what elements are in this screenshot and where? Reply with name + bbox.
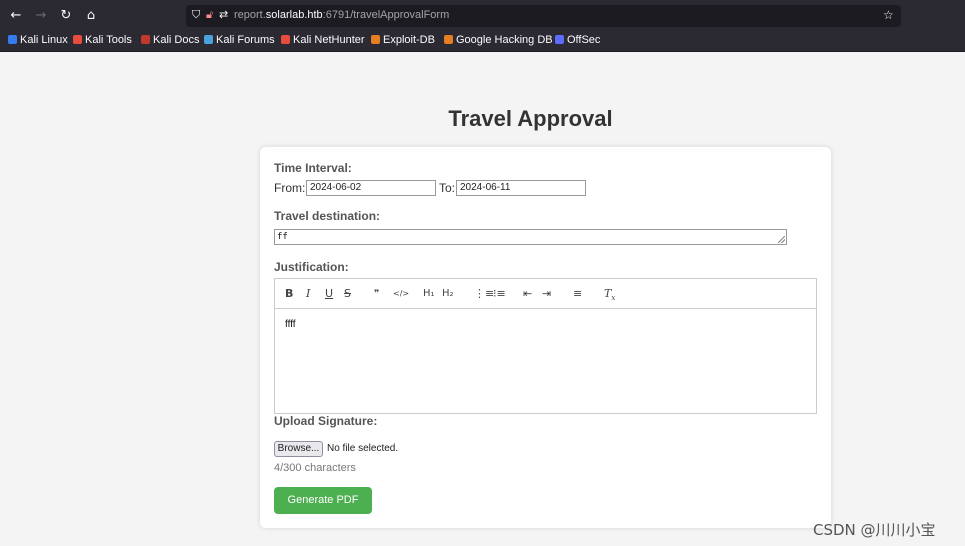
destination-textarea[interactable]: ff	[274, 229, 787, 245]
browse-button[interactable]: Browse...	[274, 441, 323, 457]
underline-icon[interactable]: U	[325, 287, 333, 301]
kali-docs-icon	[141, 35, 150, 44]
indent-icon[interactable]: ⇥	[542, 287, 551, 301]
reload-icon[interactable]: ↻	[57, 7, 75, 25]
watermark: CSDN @川川小宝	[813, 521, 936, 539]
from-label: From:	[274, 181, 306, 195]
generate-pdf-button[interactable]: Generate PDF	[274, 487, 372, 514]
kali-tools-icon	[73, 35, 82, 44]
to-date-input[interactable]: 2024-06-11	[456, 180, 586, 196]
bookmark-star-icon[interactable]: ☆	[883, 8, 894, 22]
page-title: Travel Approval	[448, 106, 613, 131]
exploit-db-icon	[371, 35, 380, 44]
heading2-icon[interactable]: H₂	[442, 287, 454, 301]
upload-signature-label: Upload Signature:	[274, 414, 378, 428]
travel-form-card: Time Interval: From: 2024-06-02 To: 2024…	[260, 147, 831, 528]
kali-linux-icon	[8, 35, 17, 44]
forward-arrow-icon[interactable]: →	[32, 7, 50, 25]
bookmark-kali-forums[interactable]: Kali Forums	[204, 34, 275, 46]
justification-editor[interactable]: ffff	[274, 308, 817, 414]
clear-format-icon[interactable]: Tx	[604, 287, 615, 305]
kali-nethunter-icon	[281, 35, 290, 44]
italic-icon[interactable]: I	[306, 287, 310, 301]
justification-label: Justification:	[274, 260, 349, 274]
resize-grip-icon[interactable]	[778, 236, 785, 243]
home-icon[interactable]: ⌂	[82, 7, 100, 25]
bookmark-exploit-db[interactable]: Exploit-DB	[371, 34, 435, 46]
bookmark-kali-tools[interactable]: Kali Tools	[73, 34, 132, 46]
bookmark-google-hacking-db[interactable]: Google Hacking DB	[444, 34, 553, 46]
kali-forums-icon	[204, 35, 213, 44]
bookmark-kali-linux[interactable]: Kali Linux	[8, 34, 68, 46]
bullet-list-icon[interactable]: ⁝≡	[493, 287, 506, 301]
destination-label: Travel destination:	[274, 209, 381, 223]
ordered-list-icon[interactable]: ⋮≡	[474, 287, 494, 301]
from-date-input[interactable]: 2024-06-02	[306, 180, 436, 196]
browser-toolbar: ← → ↻ ⌂ ⛉ 🔓︎ ⇄ report.solarlab.htb:6791/…	[0, 0, 965, 31]
bookmark-kali-docs[interactable]: Kali Docs	[141, 34, 199, 46]
bookmarks-bar: Kali Linux Kali Tools Kali Docs Kali For…	[0, 31, 965, 52]
destination-value: ff	[277, 232, 288, 242]
heading1-icon[interactable]: H₁	[423, 287, 435, 301]
align-icon[interactable]: ≡	[573, 287, 582, 301]
permissions-icon[interactable]: ⇄	[219, 8, 228, 21]
offsec-icon	[555, 35, 564, 44]
no-file-text: No file selected.	[327, 443, 399, 454]
character-counter: 4/300 characters	[274, 462, 356, 474]
to-label: To:	[439, 181, 456, 195]
blockquote-icon[interactable]: ❞	[374, 287, 379, 301]
strike-icon[interactable]: S	[344, 287, 351, 301]
insecure-lock-icon[interactable]: 🔓︎	[206, 8, 213, 22]
address-bar[interactable]: ⛉ 🔓︎ ⇄ report.solarlab.htb:6791/travelAp…	[186, 5, 901, 27]
bookmark-offsec[interactable]: OffSec	[555, 34, 600, 46]
code-icon[interactable]: </>	[393, 287, 409, 301]
bookmark-kali-nethunter[interactable]: Kali NetHunter	[281, 34, 365, 46]
back-arrow-icon[interactable]: ←	[7, 7, 25, 25]
time-interval-label: Time Interval:	[274, 161, 352, 175]
shield-icon[interactable]: ⛉	[192, 8, 200, 22]
rich-text-toolbar: B I U S ❞ </> H₁ H₂ ⋮≡ ⁝≡ ⇤ ⇥ ≡ Tx	[274, 278, 817, 309]
outdent-icon[interactable]: ⇤	[523, 287, 532, 301]
google-hacking-db-icon	[444, 35, 453, 44]
url-text[interactable]: report.solarlab.htb:6791/travelApprovalF…	[234, 9, 449, 21]
bold-icon[interactable]: B	[285, 287, 293, 301]
justification-text: ffff	[285, 319, 296, 330]
